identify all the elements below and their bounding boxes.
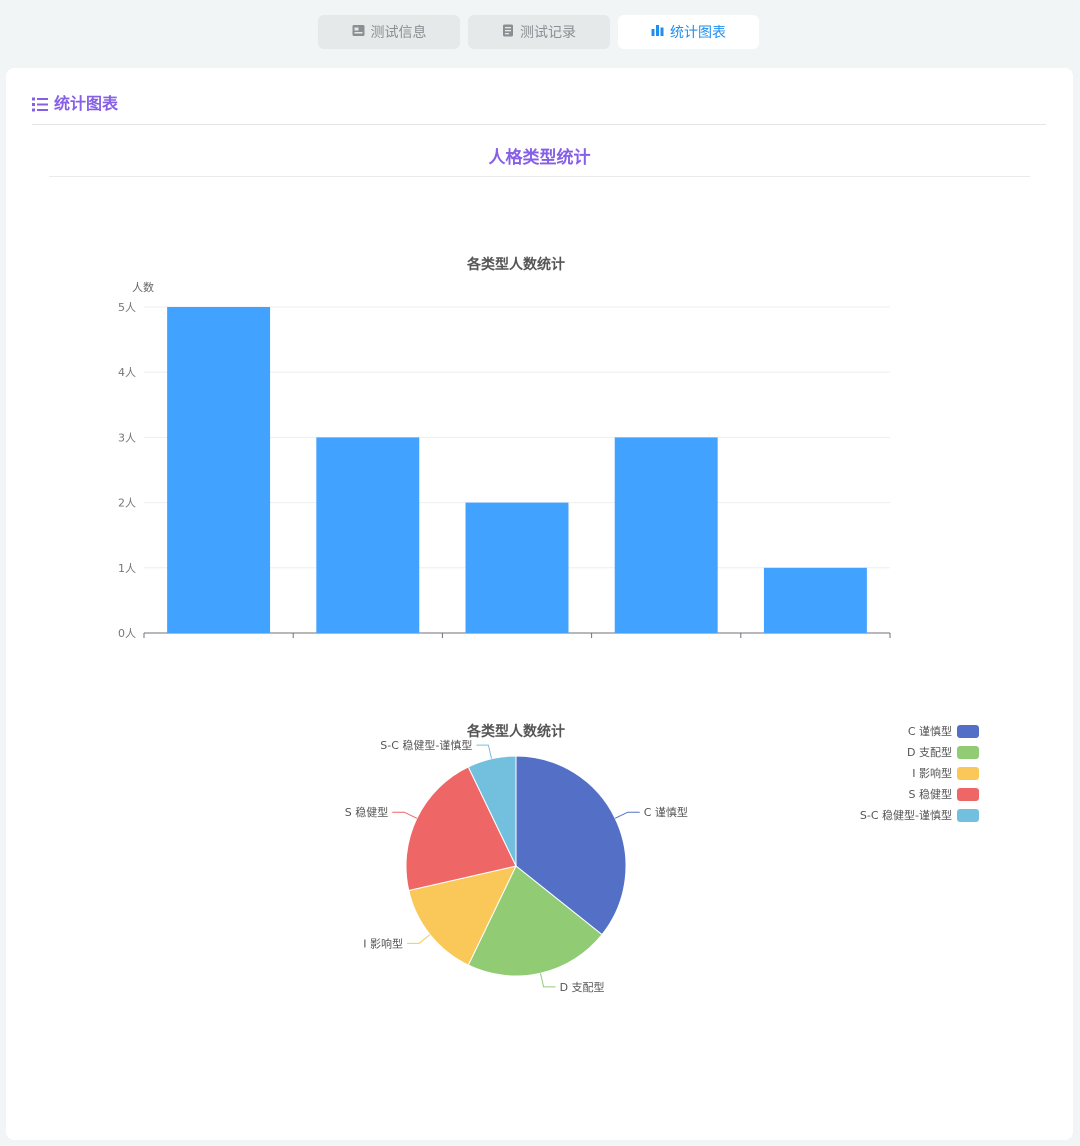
tab-test-info[interactable]: 测试信息 — [318, 15, 460, 49]
tab-label: 测试记录 — [520, 25, 576, 41]
pie-label-line — [539, 973, 556, 988]
legend-swatch — [957, 725, 979, 738]
legend-label: D 支配型 — [907, 745, 952, 759]
x-tick-label: S 稳健型 — [644, 637, 687, 638]
tab-label: 测试信息 — [370, 25, 427, 41]
x-tick-label: S-C 稳健型-谨慎型 — [769, 637, 861, 638]
pie-label-line — [476, 744, 493, 759]
y-tick-label: 5人 — [118, 301, 136, 314]
bar — [316, 437, 420, 633]
tab-statistics-chart[interactable]: 统计图表 — [618, 15, 759, 49]
x-tick-label: I 影响型 — [497, 637, 537, 638]
pie-label-line — [392, 811, 418, 819]
card-title: 统计图表 — [54, 94, 119, 113]
document-icon — [502, 24, 514, 41]
legend-label: C 谨慎型 — [908, 724, 952, 738]
y-axis-label: 人数 — [132, 281, 154, 294]
pie-chart: 各类型人数统计 C 谨慎型 D 支配型 I 影响型 S 稳健型 S-C 稳健型-谨慎型 C … — [345, 723, 979, 994]
pie-label: D 支配型 — [560, 980, 605, 994]
pie-label: S 稳健型 — [345, 805, 388, 819]
pie-label-line — [614, 811, 640, 819]
x-tick-label: C 谨慎型 — [197, 637, 241, 638]
bar — [465, 502, 569, 633]
y-tick-label: 1人 — [118, 562, 136, 575]
legend-swatch — [957, 746, 979, 759]
bar-chart: 各类型人数统计人数 0人 1人 2人 3人 4人 5人 C 谨慎型 D 支配型 I 影响型 S 稳健… — [118, 256, 891, 638]
tab-test-records[interactable]: 测试记录 — [468, 15, 610, 49]
y-tick-label: 2人 — [118, 497, 136, 510]
y-tick-label: 3人 — [118, 431, 136, 444]
legend-swatch — [957, 809, 979, 822]
id-card-icon — [352, 24, 365, 41]
tab-label: 统计图表 — [670, 25, 726, 41]
bar-chart-icon — [651, 24, 664, 40]
legend-swatch — [957, 767, 979, 780]
x-tick-label: D 支配型 — [345, 637, 390, 638]
legend-label: S-C 稳健型-谨慎型 — [860, 808, 952, 822]
tab-bar: 测试信息 测试记录 统计图表 — [0, 15, 1080, 51]
pie-chart-title: 各类型人数统计 — [466, 723, 565, 740]
legend-label: S 稳健型 — [909, 787, 952, 801]
y-tick-label: 0人 — [118, 627, 136, 638]
statistics-card: 统计图表 人格类型统计 各类型人数统计人数0人1人2人3人4人5人C 谨慎型D … — [6, 68, 1073, 1140]
section-title: 人格类型统计 — [488, 148, 591, 168]
bar — [167, 307, 271, 633]
pie-label-line — [407, 934, 431, 944]
legend-label: I 影响型 — [912, 766, 952, 780]
bar-chart-title: 各类型人数统计 — [466, 256, 565, 273]
pie-label: S-C 稳健型-谨慎型 — [380, 738, 472, 752]
list-icon — [32, 97, 48, 116]
pie-label: I 影响型 — [363, 936, 403, 950]
card-header: 统计图表 — [32, 94, 1046, 125]
y-tick-label: 4人 — [118, 366, 136, 379]
pie-label: C 谨慎型 — [644, 805, 688, 819]
section-title-wrap: 人格类型统计 — [49, 146, 1030, 177]
legend-swatch — [957, 788, 979, 801]
bar — [614, 437, 718, 633]
bar — [763, 567, 867, 633]
